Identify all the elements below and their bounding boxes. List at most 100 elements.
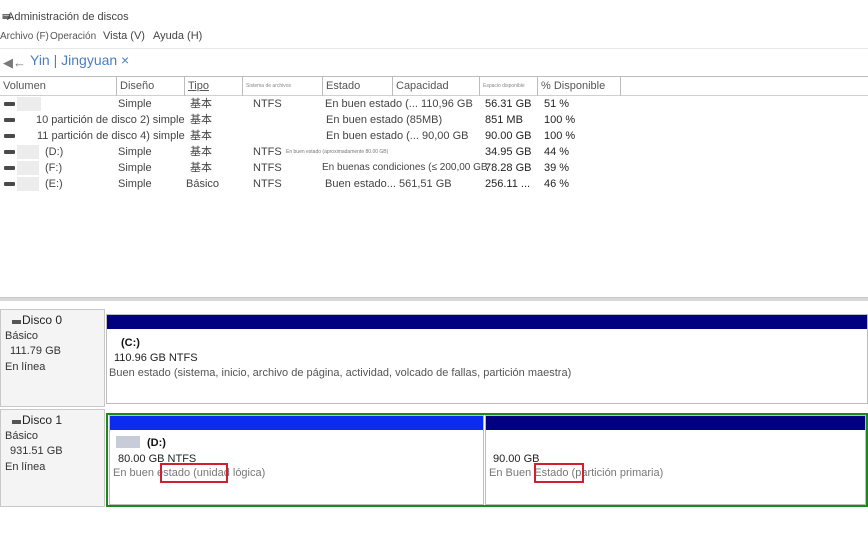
volume-name-redacted bbox=[17, 161, 39, 175]
disk-state: En línea bbox=[5, 361, 46, 373]
cell-free: 256.11 ... bbox=[485, 178, 531, 190]
disk-map-pane: Disco 0 Básico 111.79 GB En línea (C:) 1… bbox=[0, 298, 868, 556]
disk-kind: Básico bbox=[5, 430, 39, 442]
tab-user[interactable]: Yin | Jingyuan × bbox=[30, 52, 129, 68]
drive-icon bbox=[4, 166, 15, 170]
col-layout[interactable]: Diseño bbox=[117, 77, 185, 96]
volume-label: (D:) bbox=[147, 437, 166, 449]
cell-type: 基本 bbox=[190, 98, 212, 110]
primary-partition-bar bbox=[486, 416, 865, 430]
col-free-space[interactable]: Espacio disponible bbox=[480, 77, 538, 96]
cell-free: 34.95 GB bbox=[485, 146, 532, 158]
drive-icon bbox=[4, 134, 15, 138]
col-type[interactable]: Tipo bbox=[185, 77, 243, 96]
volume-name-redacted bbox=[17, 177, 39, 191]
col-volume[interactable]: Volumen bbox=[0, 77, 117, 96]
table-row[interactable]: 11 partición de disco 4) simple 基本 En bu… bbox=[0, 128, 868, 144]
volume-d[interactable]: (D:) 80.00 GB NTFS En buen estado (unida… bbox=[109, 415, 484, 505]
volume-status: Buen estado (sistema, inicio, archivo de… bbox=[109, 367, 572, 379]
menu-view[interactable]: Vista (V) bbox=[103, 30, 145, 42]
cell-layout: 10 partición de disco 2) simple bbox=[36, 114, 185, 126]
volume-list: Volumen Diseño Tipo Sistema de archivos … bbox=[0, 76, 868, 298]
drive-icon bbox=[4, 182, 15, 186]
highlight-box bbox=[534, 463, 584, 483]
disk-1-label[interactable]: Disco 1 Básico 931.51 GB En línea bbox=[0, 409, 105, 507]
cell-filesystem: NTFS bbox=[253, 146, 282, 158]
title-bar: Administración de discos bbox=[0, 0, 868, 28]
cell-status: Buen estado... 561,51 GB bbox=[325, 178, 452, 190]
cell-type: 基本 bbox=[190, 162, 212, 174]
back-arrow-icon[interactable]: ◀← bbox=[3, 55, 26, 71]
table-row[interactable]: Simple 基本 NTFS En buen estado (... 110,9… bbox=[0, 96, 868, 112]
primary-partition-bar bbox=[107, 315, 867, 329]
cell-layout: Simple bbox=[118, 178, 152, 190]
highlight-box bbox=[160, 463, 228, 483]
volume-name-redacted bbox=[17, 145, 39, 159]
disk-icon bbox=[12, 320, 21, 324]
drive-icon bbox=[4, 118, 15, 122]
cell-type: 基本 bbox=[190, 130, 212, 142]
disk-size: 111.79 GB bbox=[10, 345, 61, 357]
cell-free: 90.00 GB bbox=[485, 130, 532, 142]
volume-size: 110.96 GB NTFS bbox=[114, 352, 198, 364]
menu-bar: Archivo (F) Operación Vista (V) Ayuda (H… bbox=[0, 28, 868, 48]
table-row[interactable]: (F:) Simple 基本 NTFS En buenas condicione… bbox=[0, 160, 868, 176]
disk-icon bbox=[12, 420, 21, 424]
list-header: Volumen Diseño Tipo Sistema de archivos … bbox=[0, 77, 868, 96]
cell-status: En buen estado (aproximadamente 80.00 GB… bbox=[286, 149, 389, 155]
volume-c[interactable]: (C:) 110.96 GB NTFS Buen estado (sistema… bbox=[106, 314, 868, 404]
cell-volume: (D:) bbox=[45, 146, 64, 158]
cell-status: En buen estado (85MB) bbox=[326, 114, 443, 126]
volume-unlabeled[interactable]: 90.00 GB En Buen Estado (partición prima… bbox=[485, 415, 866, 505]
cell-percent: 44 % bbox=[544, 146, 570, 158]
volume-size: 90.00 GB bbox=[493, 453, 540, 465]
logical-drive-bar bbox=[110, 416, 483, 430]
col-percent-free[interactable]: % Disponible bbox=[538, 77, 621, 96]
cell-filesystem: NTFS bbox=[253, 162, 282, 174]
cell-layout: Simple bbox=[118, 146, 152, 158]
cell-percent: 51 % bbox=[544, 98, 570, 110]
window-title: Administración de discos bbox=[7, 11, 129, 23]
cell-free: 56.31 GB bbox=[485, 98, 532, 110]
cell-free: 78.28 GB bbox=[485, 162, 532, 174]
table-row[interactable]: (E:) Simple Básico NTFS Buen estado... 5… bbox=[0, 176, 868, 192]
table-row[interactable]: 10 partición de disco 2) simple 基本 En bu… bbox=[0, 112, 868, 128]
col-status[interactable]: Estado bbox=[323, 77, 393, 96]
cell-layout: 11 partición de disco 4) simple bbox=[37, 130, 185, 142]
col-filesystem[interactable]: Sistema de archivos bbox=[243, 77, 323, 96]
cell-type: 基本 bbox=[190, 114, 212, 126]
cell-percent: 100 % bbox=[544, 130, 576, 142]
menu-help[interactable]: Ayuda (H) bbox=[153, 30, 202, 42]
cell-volume: (E:) bbox=[45, 178, 63, 190]
col-capacity[interactable]: Capacidad bbox=[393, 77, 480, 96]
cell-percent: 39 % bbox=[544, 162, 570, 174]
cell-layout: Simple bbox=[118, 98, 152, 110]
disk-state: En línea bbox=[5, 461, 46, 473]
cell-percent: 100 % bbox=[544, 114, 576, 126]
disk-name: Disco 1 bbox=[22, 413, 63, 427]
cell-type: Básico bbox=[186, 178, 220, 190]
menu-file[interactable]: Archivo (F) bbox=[0, 31, 49, 42]
table-row[interactable]: (D:) Simple 基本 NTFS En buen estado (apro… bbox=[0, 144, 868, 160]
drive-icon bbox=[4, 102, 15, 106]
disk-0-label[interactable]: Disco 0 Básico 111.79 GB En línea bbox=[0, 309, 105, 407]
menu-operation[interactable]: Operación bbox=[50, 31, 96, 42]
disk-name: Disco 0 bbox=[22, 313, 63, 327]
cell-volume: (F:) bbox=[45, 162, 63, 174]
disk-size: 931.51 GB bbox=[10, 445, 63, 457]
cell-filesystem: NTFS bbox=[253, 98, 282, 110]
drive-icon bbox=[4, 150, 15, 154]
cell-percent: 46 % bbox=[544, 178, 570, 190]
cell-status: En buen estado (... 110,96 GB bbox=[325, 98, 473, 110]
volume-name-redacted bbox=[17, 97, 41, 111]
cell-filesystem: NTFS bbox=[253, 178, 282, 190]
tab-row: ◀← Yin | Jingyuan × bbox=[0, 48, 868, 76]
cell-free: 851 MB bbox=[485, 114, 523, 126]
cell-layout: Simple bbox=[118, 162, 152, 174]
cell-type: 基本 bbox=[190, 146, 212, 158]
cell-status: En buenas condiciones (≤ 200,00 GB bbox=[322, 162, 488, 173]
volume-label: (C:) bbox=[121, 337, 140, 349]
cell-status: En buen estado (... 90,00 GB bbox=[326, 130, 469, 142]
disk-kind: Básico bbox=[5, 330, 39, 342]
drive-thumbnail bbox=[116, 436, 140, 448]
